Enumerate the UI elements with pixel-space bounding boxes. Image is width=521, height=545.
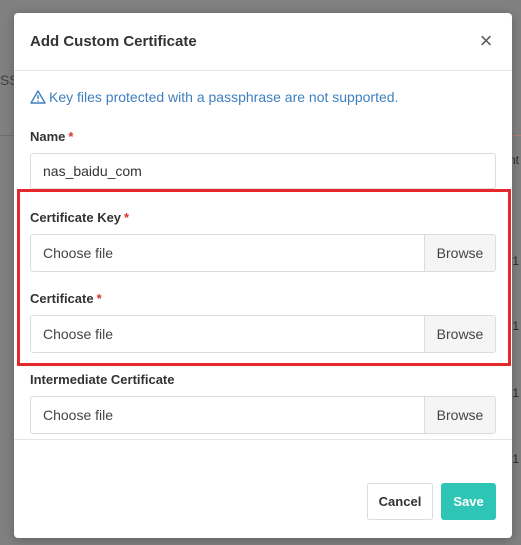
certificate-key-file-placeholder[interactable]: Choose file [31,235,424,271]
intermediate-certificate-file-placeholder[interactable]: Choose file [31,397,424,433]
intermediate-certificate-browse-button[interactable]: Browse [424,397,495,433]
certificate-key-label: Certificate Key * [30,210,129,225]
certificate-label-text: Certificate [30,291,94,306]
certificate-label: Certificate * [30,291,102,306]
cancel-button[interactable]: Cancel [367,483,433,520]
name-label: Name * [30,129,73,144]
name-input[interactable] [30,153,496,189]
add-custom-certificate-dialog: Add Custom Certificate × Key files prote… [14,13,512,538]
background-cell-fragment: 1 [512,452,519,466]
background-cell-fragment: 1 [512,319,519,333]
passphrase-notice: Key files protected with a passphrase ar… [30,89,398,105]
required-marker: * [68,129,74,144]
dialog-title: Add Custom Certificate [30,33,197,50]
background-cell-fragment: 1 [512,386,519,400]
background-accent-line [514,135,521,136]
certificate-key-file-input[interactable]: Choose file Browse [30,234,496,272]
intermediate-certificate-label-text: Intermediate Certificate [30,372,175,387]
name-label-text: Name [30,129,66,144]
intermediate-certificate-label: Intermediate Certificate [30,372,175,387]
required-marker: * [124,210,130,225]
certificate-file-placeholder[interactable]: Choose file [31,316,424,352]
warning-triangle-icon [30,90,46,104]
required-marker: * [96,291,102,306]
certificate-browse-button[interactable]: Browse [424,316,495,352]
background-cell-fragment: 1 [512,254,519,268]
certificate-file-input[interactable]: Choose file Browse [30,315,496,353]
background-divider [0,135,14,136]
close-icon[interactable]: × [472,27,500,55]
dialog-header: Add Custom Certificate × [14,13,512,71]
save-button[interactable]: Save [441,483,496,520]
dialog-footer: Cancel Save [14,439,512,539]
notice-text: Key files protected with a passphrase ar… [49,89,399,105]
certificate-key-label-text: Certificate Key [30,210,122,225]
certificate-key-browse-button[interactable]: Browse [424,235,495,271]
intermediate-certificate-file-input[interactable]: Choose file Browse [30,396,496,434]
